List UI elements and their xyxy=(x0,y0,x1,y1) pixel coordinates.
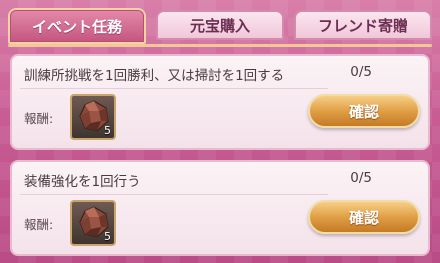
reward-quantity: 5 xyxy=(104,230,111,243)
tab-ingot-purchase[interactable]: 元宝購入 xyxy=(156,10,284,40)
tab-divider xyxy=(8,44,432,47)
reward-label: 報酬: xyxy=(24,111,54,126)
reward-item[interactable]: 5 xyxy=(70,200,116,246)
tab-friend-gift[interactable]: フレンド寄贈 xyxy=(294,10,432,40)
confirm-button[interactable]: 確認 xyxy=(308,94,420,128)
mission-card: 訓練所挑戦を1回勝利、又は掃討を1回する 0/5 報酬: 5 確認 xyxy=(10,54,430,150)
mission-progress: 0/5 xyxy=(350,170,372,186)
mission-card: 装備強化を1回行う 0/5 報酬: 5 確認 xyxy=(10,160,430,256)
tab-event-missions[interactable]: イベント任務 xyxy=(8,8,146,44)
reward-label: 報酬: xyxy=(24,217,54,232)
mission-title: 訓練所挑戦を1回勝利、又は掃討を1回する xyxy=(24,68,285,84)
reward-item[interactable]: 5 xyxy=(70,94,116,140)
mission-title: 装備強化を1回行う xyxy=(24,174,141,190)
mission-divider xyxy=(20,88,328,89)
reward-quantity: 5 xyxy=(104,124,111,137)
mission-progress: 0/5 xyxy=(350,64,372,80)
mission-divider xyxy=(20,194,328,195)
confirm-button[interactable]: 確認 xyxy=(308,200,420,234)
tab-bar: イベント任務 元宝購入 フレンド寄贈 xyxy=(8,8,432,44)
